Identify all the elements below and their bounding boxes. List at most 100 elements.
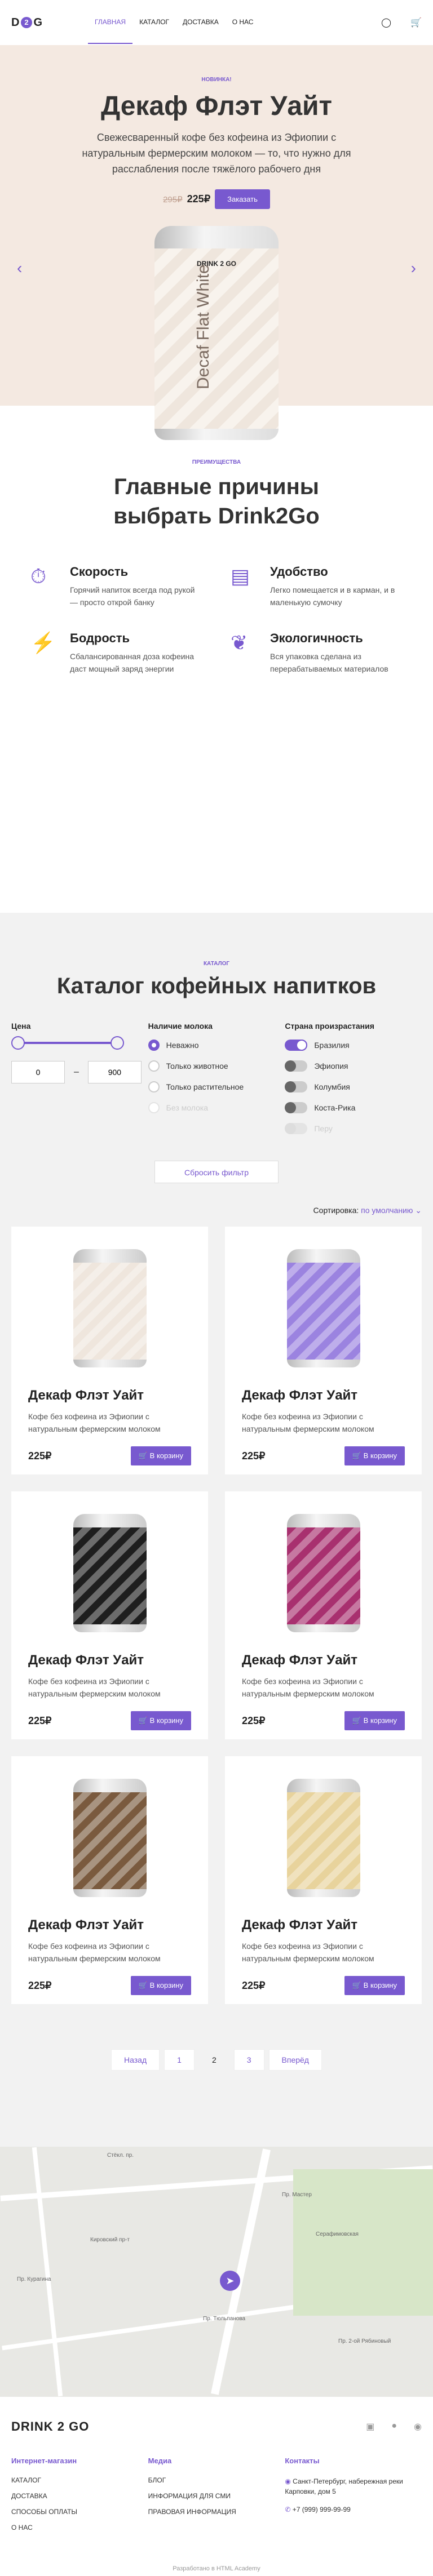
sort-select[interactable]: по умолчанию (361, 1206, 413, 1215)
radio-checked[interactable] (148, 1040, 160, 1051)
footer-link[interactable]: ИНФОРМАЦИЯ ДЛЯ СМИ (148, 2492, 285, 2500)
product-title: Декаф Флэт Уайт (242, 1653, 358, 1668)
footer-link[interactable]: ПРАВОВАЯ ИНФОРМАЦИЯ (148, 2508, 285, 2516)
product-card: Декаф Флэт Уайт Кофе без кофеина из Эфиоп… (11, 1491, 208, 1739)
product-footer: 225₽ 🛒 В корзину (28, 1711, 191, 1730)
country-toggle[interactable]: Эфиопия (285, 1060, 422, 1072)
country-toggle[interactable]: Колумбия (285, 1081, 422, 1092)
benefit-text: Горячий напиток всегда под рукой — прост… (70, 585, 195, 607)
logo[interactable]: D2G (11, 16, 43, 29)
country-label: Перу (314, 1124, 333, 1133)
product-footer: 225₽ 🛒 В корзину (242, 1446, 405, 1465)
reset-filter-button[interactable]: Сбросить фильтр (154, 1161, 279, 1183)
pagination-prev[interactable]: Назад (111, 2049, 160, 2071)
pagination-next[interactable]: Вперёд (268, 2049, 322, 2071)
milk-option[interactable]: Только растительное (148, 1081, 285, 1092)
catalog-badge: КАТАЛОГ (203, 961, 230, 967)
add-to-cart-label: В корзину (149, 1716, 183, 1725)
footer-contacts-column: Контакты ◉ Санкт-Петербург, набережная р… (285, 2457, 422, 2539)
cart-icon: 🛒 (352, 1716, 364, 1725)
benefits-section: ПРЕИМУЩЕСТВА Главные причины выбрать Dri… (0, 406, 433, 913)
add-to-cart-button[interactable]: 🛒 В корзину (344, 1446, 405, 1465)
pagination-page-current[interactable]: 2 (199, 2049, 229, 2071)
hero-can-image: DRINK 2 GO Decaf Flat White (154, 226, 279, 440)
benefit-eco: ❦ Экологичность Вся упаковка сделана из пе… (231, 631, 403, 675)
nav-delivery[interactable]: ДОСТАВКА (176, 1, 226, 44)
benefit-text: Вся упаковка сделана из перерабатываемых… (270, 652, 388, 673)
product-footer: 225₽ 🛒 В корзину (242, 1976, 405, 1995)
benefit-title: Бодрость (70, 631, 130, 645)
chevron-down-icon[interactable]: ⌄ (415, 1206, 422, 1215)
product-price: 225₽ (242, 1715, 266, 1726)
sort-control: Сортировка: по умолчанию ⌄ (11, 1206, 422, 1215)
benefit-title: Экологичность (270, 631, 363, 645)
product-description: Кофе без кофеина из Эфиопии с натуральны… (28, 1942, 161, 1963)
footer-column-title: Контакты (285, 2457, 320, 2465)
toggle-off[interactable] (285, 1102, 308, 1113)
milk-option[interactable]: Неважно (148, 1040, 285, 1051)
add-to-cart-button[interactable]: 🛒 В корзину (130, 1711, 191, 1730)
footer-link[interactable]: ДОСТАВКА (11, 2492, 148, 2500)
milk-option[interactable]: Только животное (148, 1060, 285, 1072)
location-icon: ◉ (285, 2477, 293, 2485)
next-slide-arrow-icon[interactable]: › (411, 259, 416, 277)
lightning-icon: ⚡ (30, 631, 56, 654)
skype-icon[interactable]: ◉ (414, 2421, 422, 2432)
product-description: Кофе без кофеина из Эфиопии с натуральны… (28, 1412, 161, 1433)
user-icon[interactable]: ◯ (381, 17, 391, 28)
milk-option-label: Неважно (166, 1041, 199, 1050)
product-footer: 225₽ 🛒 В корзину (28, 1976, 191, 1995)
order-button[interactable]: Заказать (215, 189, 270, 209)
radio[interactable] (148, 1060, 160, 1072)
add-to-cart-button[interactable]: 🛒 В корзину (130, 1976, 191, 1995)
map[interactable]: Стёкл. пр. Пр. Мастер Серафимовская Киро… (0, 2147, 433, 2397)
vk-icon[interactable]: ▣ (366, 2421, 374, 2432)
footer-link[interactable]: СПОСОБЫ ОПЛАТЫ (11, 2508, 148, 2516)
map-park (293, 2169, 433, 2316)
map-pin-icon[interactable]: ➤ (220, 2271, 240, 2291)
nav-home[interactable]: ГЛАВНАЯ (88, 1, 133, 44)
can-color-stripes (286, 1527, 360, 1624)
country-toggle[interactable]: Бразилия (285, 1040, 422, 1051)
add-to-cart-button[interactable]: 🛒 В корзину (344, 1711, 405, 1730)
price-range-slider[interactable] (11, 1036, 124, 1050)
main-nav: ГЛАВНАЯ КАТАЛОГ ДОСТАВКА О НАС (88, 1, 260, 44)
product-price: 225₽ (28, 1979, 52, 1991)
add-to-cart-button[interactable]: 🛒 В корзину (130, 1446, 191, 1465)
radio[interactable] (148, 1081, 160, 1092)
site-header: D2G ГЛАВНАЯ КАТАЛОГ ДОСТАВКА О НАС ◯ 🛒 (0, 0, 433, 45)
price-max-input[interactable] (87, 1061, 142, 1083)
toggle-off[interactable] (285, 1081, 308, 1092)
product-price: 225₽ (28, 1715, 52, 1726)
pagination-page[interactable]: 3 (233, 2049, 264, 2071)
toggle-off[interactable] (285, 1060, 308, 1072)
footer-phone[interactable]: ✆ +7 (999) 999-99-99 (285, 2504, 422, 2515)
add-to-cart-button[interactable]: 🛒 В корзину (344, 1976, 405, 1995)
product-can-image (286, 1249, 360, 1367)
product-description: Кофе без кофеина из Эфиопии с натуральны… (242, 1942, 374, 1963)
toggle-on[interactable] (285, 1040, 308, 1051)
benefit-speed: ⏱ Скорость Горячий напиток всегда под руко… (30, 565, 202, 609)
pagination-page[interactable]: 1 (164, 2049, 195, 2071)
product-can-image (73, 1514, 147, 1632)
nav-catalog[interactable]: КАТАЛОГ (132, 1, 176, 44)
milk-filter-title: Наличие молока (148, 1021, 213, 1031)
footer-link[interactable]: О НАС (11, 2524, 148, 2531)
copyright[interactable]: Разработано в HTML Academy (11, 2565, 422, 2572)
milk-filter: Наличие молока Неважно Только животное Т… (148, 1021, 285, 1144)
hero-badge: НОВИНКА! (201, 77, 232, 83)
footer-link[interactable]: БЛОГ (148, 2476, 285, 2484)
pinterest-icon[interactable]: ● (391, 2421, 397, 2432)
country-toggle[interactable]: Коста-Рика (285, 1102, 422, 1113)
price-min-input[interactable] (11, 1061, 65, 1083)
cart-icon: 🛒 (352, 1981, 364, 1989)
basket-icon[interactable]: 🛒 (410, 17, 422, 28)
country-label: Коста-Рика (314, 1103, 356, 1112)
phone-icon: ✆ (285, 2506, 293, 2513)
prev-slide-arrow-icon[interactable]: ‹ (17, 259, 22, 277)
footer-logo[interactable]: DRINK 2 GO (11, 2419, 89, 2434)
country-filter: Страна произрастания Бразилия Эфиопия Ко… (285, 1021, 422, 1144)
footer-link[interactable]: КАТАЛОГ (11, 2476, 148, 2484)
nav-about[interactable]: О НАС (226, 1, 260, 44)
stopwatch-icon: ⏱ (30, 565, 47, 588)
